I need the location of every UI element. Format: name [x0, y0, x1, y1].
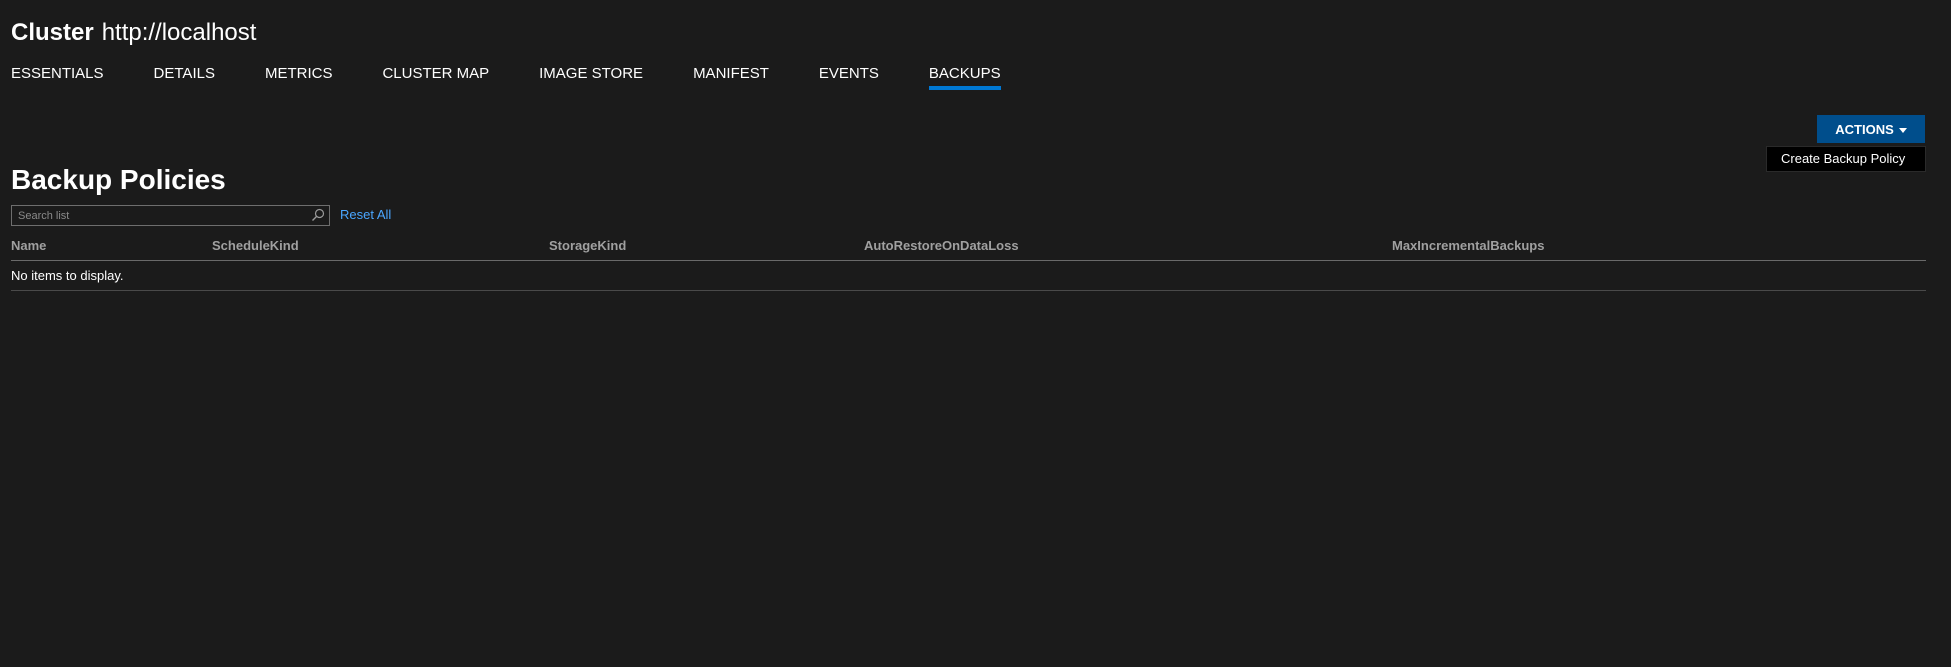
column-header-storage-kind[interactable]: StorageKind: [549, 238, 626, 253]
tab-events[interactable]: EVENTS: [819, 64, 879, 92]
tab-manifest[interactable]: MANIFEST: [693, 64, 769, 92]
page-title: Backup Policies: [11, 164, 226, 195]
column-header-schedule-kind[interactable]: ScheduleKind: [212, 238, 299, 253]
column-header-auto-restore-on-data-loss[interactable]: AutoRestoreOnDataLoss: [864, 238, 1019, 253]
page-header: Cluster http://localhost: [11, 19, 256, 53]
header-type-label: Cluster: [11, 19, 94, 46]
tab-backups[interactable]: BACKUPS: [928, 64, 1001, 92]
menu-item-create-backup-policy[interactable]: Create Backup Policy: [1767, 147, 1925, 171]
tab-bar: ESSENTIALS DETAILS METRICS CLUSTER MAP I…: [11, 64, 1051, 92]
caret-down-icon: [1898, 127, 1907, 133]
actions-button[interactable]: ACTIONS: [1817, 115, 1925, 143]
search-input[interactable]: [18, 208, 298, 224]
tab-image-store[interactable]: IMAGE STORE: [539, 64, 643, 92]
tab-essentials[interactable]: ESSENTIALS: [11, 64, 104, 92]
reset-all-link[interactable]: Reset All: [340, 207, 391, 223]
table-header-row: Name ScheduleKind StorageKind AutoRestor…: [11, 236, 1926, 261]
search-box: [11, 205, 330, 226]
table-empty-row: No items to display.: [11, 261, 1926, 291]
empty-message: No items to display.: [11, 268, 124, 283]
search-icon[interactable]: [311, 208, 325, 222]
header-cluster-name: http://localhost: [101, 19, 257, 46]
backup-policies-table: Name ScheduleKind StorageKind AutoRestor…: [11, 236, 1926, 291]
actions-button-label: ACTIONS: [1835, 121, 1894, 137]
tab-metrics[interactable]: METRICS: [265, 64, 333, 92]
column-header-name[interactable]: Name: [11, 238, 46, 253]
tab-cluster-map[interactable]: CLUSTER MAP: [382, 64, 489, 92]
tab-details[interactable]: DETAILS: [154, 64, 215, 92]
actions-dropdown-menu: Create Backup Policy: [1766, 146, 1926, 172]
column-header-max-incremental-backups[interactable]: MaxIncrementalBackups: [1392, 238, 1544, 253]
